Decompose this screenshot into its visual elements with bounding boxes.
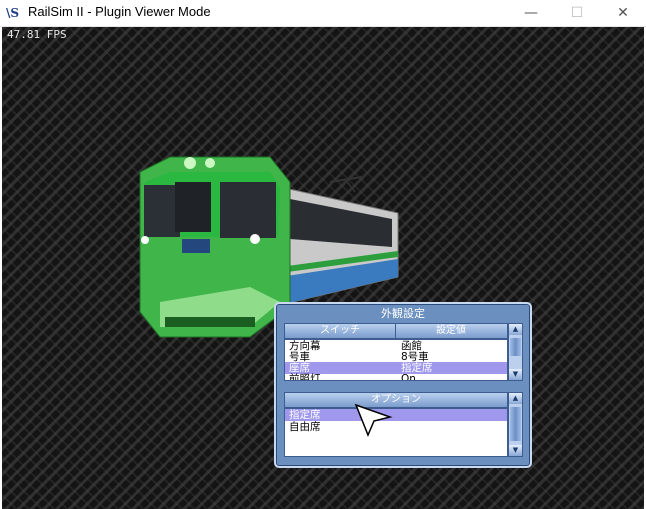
option-list[interactable]: 指定席 自由席 bbox=[284, 408, 508, 457]
maximize-button[interactable]: ☐ bbox=[554, 0, 600, 26]
value-column-header[interactable]: 設定値 bbox=[396, 324, 506, 338]
window-title: RailSim II - Plugin Viewer Mode bbox=[28, 4, 211, 19]
switch-name: 前照灯 bbox=[289, 373, 321, 381]
scroll-down-arrow-icon[interactable]: ▼ bbox=[509, 445, 522, 456]
switch-value: On bbox=[401, 373, 416, 381]
fps-counter: 47.81 FPS bbox=[7, 28, 67, 41]
switch-list-header: スイッチ 設定値 bbox=[284, 323, 508, 339]
option-label: 自由席 bbox=[289, 421, 321, 433]
option-item-selected[interactable]: 指定席 bbox=[285, 409, 507, 421]
option-item[interactable]: 自由席 bbox=[285, 421, 507, 433]
minimize-button[interactable]: — bbox=[508, 0, 554, 26]
option-list-header: オプション bbox=[284, 392, 508, 408]
railsim-app-icon: \S bbox=[6, 6, 20, 20]
option-label: 指定席 bbox=[289, 409, 321, 421]
close-button[interactable]: ✕ bbox=[600, 0, 646, 26]
panel-title: 外観設定 bbox=[381, 307, 425, 320]
scroll-up-arrow-icon[interactable]: ▲ bbox=[509, 324, 522, 335]
scroll-thumb[interactable] bbox=[510, 338, 521, 356]
switch-list[interactable]: 方向幕 函館 号車 8号車 座席 指定席 前照灯 On bbox=[284, 339, 508, 381]
option-column-header[interactable]: オプション bbox=[285, 393, 507, 407]
scroll-up-arrow-icon[interactable]: ▲ bbox=[509, 393, 522, 404]
switch-column-header[interactable]: スイッチ bbox=[285, 324, 396, 338]
scroll-thumb[interactable] bbox=[510, 407, 521, 441]
option-list-scrollbar[interactable]: ▲ ▼ bbox=[508, 392, 523, 457]
switch-list-scrollbar[interactable]: ▲ ▼ bbox=[508, 323, 523, 381]
switch-row[interactable]: 前照灯 On bbox=[285, 373, 507, 381]
mouse-pointer-icon bbox=[354, 403, 393, 437]
scroll-down-arrow-icon[interactable]: ▼ bbox=[509, 369, 522, 380]
appearance-settings-panel: 外観設定 スイッチ 設定値 方向幕 函館 号車 8号車 座席 指定席 前照灯 O… bbox=[274, 302, 532, 468]
title-bar: \S RailSim II - Plugin Viewer Mode — ☐ ✕ bbox=[0, 0, 646, 27]
